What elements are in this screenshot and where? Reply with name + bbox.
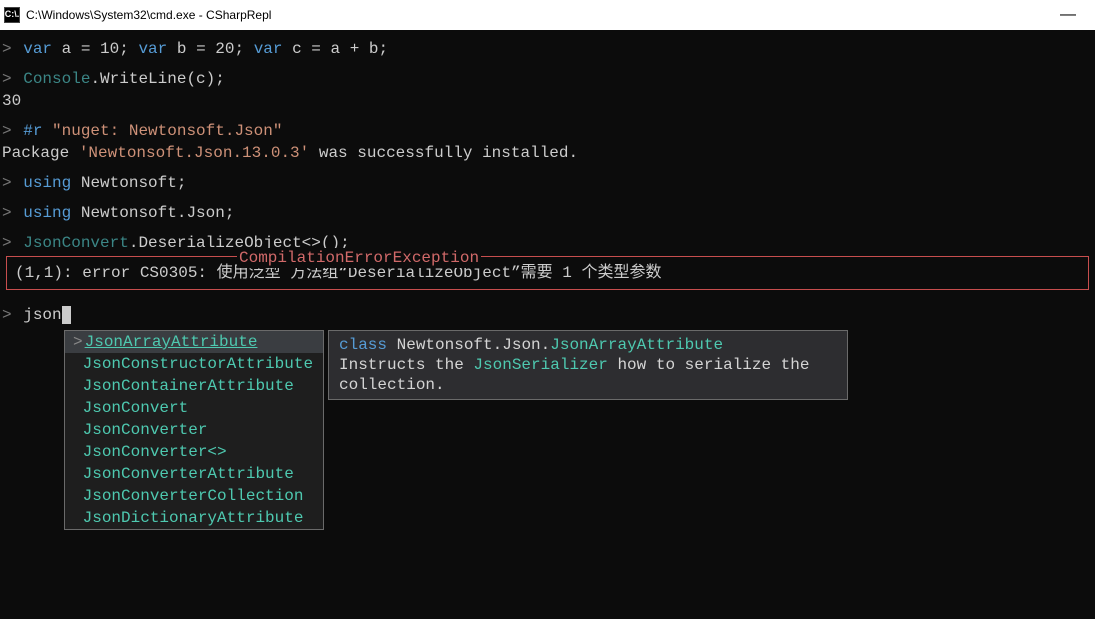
completion-item[interactable]: >JsonArrayAttribute <box>65 331 323 353</box>
repl-line: > using Newtonsoft; <box>2 172 1093 194</box>
completion-label: JsonConvert <box>83 399 189 417</box>
completion-doc: class Newtonsoft.Json.JsonArrayAttribute… <box>328 330 848 400</box>
repl-line: > using Newtonsoft.Json; <box>2 202 1093 224</box>
type-name: Console <box>23 70 90 88</box>
completion-item[interactable]: JsonConverter<> <box>65 441 323 463</box>
minimize-button[interactable]: — <box>1045 0 1091 30</box>
app-icon: C:\. <box>4 7 20 23</box>
window-titlebar: C:\. C:\Windows\System32\cmd.exe - CShar… <box>0 0 1095 30</box>
completion-label: JsonConverterCollection <box>83 487 304 505</box>
repl-line: > #r "nuget: Newtonsoft.Json" <box>2 120 1093 142</box>
keyword: var <box>23 40 52 58</box>
output-text: Package <box>2 144 79 162</box>
prompt-caret: > <box>2 306 12 324</box>
type-name: JsonConvert <box>23 234 129 252</box>
blank-line <box>2 296 1093 304</box>
blank-line <box>2 112 1093 120</box>
completion-item[interactable]: JsonConverterAttribute <box>65 463 323 485</box>
output-line: Package 'Newtonsoft.Json.13.0.3' was suc… <box>2 142 1093 164</box>
blank-line <box>2 224 1093 232</box>
repl-current-line[interactable]: > json <box>2 304 1093 326</box>
doc-keyword: class <box>339 336 387 354</box>
keyword: var <box>138 40 167 58</box>
prompt-caret: > <box>2 204 12 222</box>
error-label: CompilationErrorException <box>237 248 481 268</box>
directive: #r <box>23 122 42 140</box>
completion-item[interactable]: JsonConstructorAttribute <box>65 353 323 375</box>
code-text: .WriteLine(c); <box>90 70 224 88</box>
doc-text: Instructs the <box>339 356 473 374</box>
code-text: a = 10; <box>52 40 138 58</box>
keyword: using <box>23 174 71 192</box>
keyword: var <box>254 40 283 58</box>
package-name: 'Newtonsoft.Json.13.0.3' <box>79 144 309 162</box>
code-text: Newtonsoft.Json; <box>71 204 234 222</box>
keyword: using <box>23 204 71 222</box>
completion-label: JsonConverterAttribute <box>83 465 294 483</box>
prompt-caret: > <box>2 234 12 252</box>
completion-list[interactable]: >JsonArrayAttribute JsonConstructorAttri… <box>64 330 324 530</box>
repl-line: > JsonConvert.DeserializeObject<>(); <box>2 232 1093 254</box>
completion-label: JsonDictionaryAttribute <box>83 509 304 527</box>
error-box: CompilationErrorException (1,1): error C… <box>6 256 1089 290</box>
typed-text: json <box>23 306 61 324</box>
completion-label: JsonContainerAttribute <box>83 377 294 395</box>
completion-label: JsonConverter<> <box>83 443 227 461</box>
completion-item[interactable]: JsonContainerAttribute <box>65 375 323 397</box>
terminal-area[interactable]: > var a = 10; var b = 20; var c = a + b;… <box>0 30 1095 532</box>
code-text: c = a + b; <box>283 40 389 58</box>
doc-type-ref: JsonSerializer <box>473 356 607 374</box>
intellisense-popup: >JsonArrayAttribute JsonConstructorAttri… <box>64 330 1093 530</box>
repl-line: > var a = 10; var b = 20; var c = a + b; <box>2 38 1093 60</box>
code-text: Newtonsoft; <box>71 174 186 192</box>
completion-item[interactable]: JsonConvert <box>65 397 323 419</box>
prompt-caret: > <box>2 174 12 192</box>
completion-label: JsonArrayAttribute <box>85 333 258 351</box>
blank-line <box>2 60 1093 68</box>
repl-line: > Console.WriteLine(c); <box>2 68 1093 90</box>
completion-item[interactable]: JsonConverter <box>65 419 323 441</box>
prompt-caret: > <box>2 70 12 88</box>
output-text: was successfully installed. <box>309 144 578 162</box>
blank-line <box>2 164 1093 172</box>
output-line: 30 <box>2 90 1093 112</box>
prompt-caret: > <box>2 40 12 58</box>
doc-type: JsonArrayAttribute <box>550 336 723 354</box>
completion-item[interactable]: JsonDictionaryAttribute <box>65 507 323 529</box>
completion-item[interactable]: JsonConverterCollection <box>65 485 323 507</box>
prompt-caret: > <box>2 122 12 140</box>
string-literal: "nuget: Newtonsoft.Json" <box>42 122 282 140</box>
doc-namespace: Newtonsoft.Json. <box>387 336 550 354</box>
text-cursor <box>62 306 72 324</box>
blank-line <box>2 194 1093 202</box>
caret-icon: > <box>73 333 83 351</box>
completion-label: JsonConstructorAttribute <box>83 355 313 373</box>
window-title: C:\Windows\System32\cmd.exe - CSharpRepl <box>26 8 271 23</box>
code-text: b = 20; <box>167 40 253 58</box>
completion-label: JsonConverter <box>83 421 208 439</box>
